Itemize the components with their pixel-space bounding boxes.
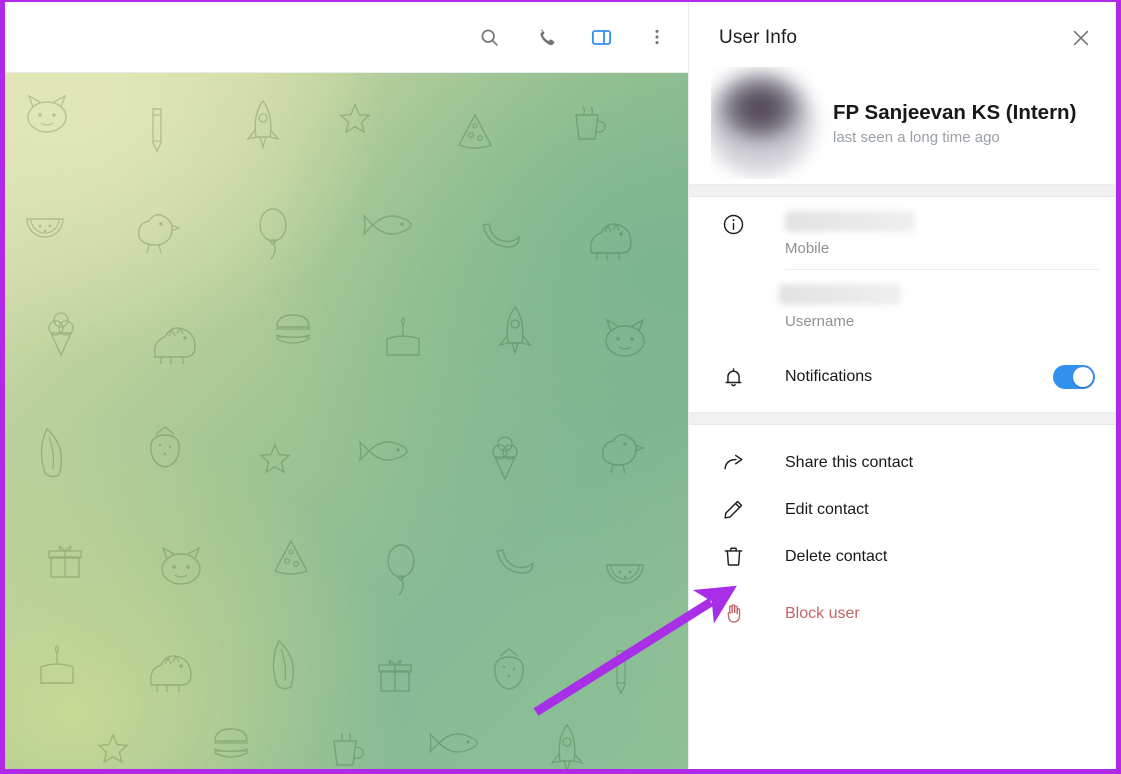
field-mobile-label: Mobile (785, 240, 830, 257)
avatar[interactable] (711, 67, 833, 179)
user-info-header: User Info (689, 2, 1116, 74)
field-username-label: Username (785, 313, 855, 330)
search-icon[interactable] (472, 20, 506, 54)
close-icon[interactable] (1063, 20, 1099, 56)
chat-wallpaper (5, 73, 688, 769)
wallpaper-doodle-pattern (26, 95, 645, 769)
bell-icon (711, 366, 755, 389)
chat-toolbar (5, 2, 688, 73)
block-hand-icon (711, 602, 755, 625)
chat-pane (5, 2, 688, 769)
profile-text: FP Sanjeevan KS (Intern) last seen a lon… (833, 100, 1076, 147)
edit-contact-label: Edit contact (785, 500, 869, 518)
profile-name: FP Sanjeevan KS (Intern) (833, 100, 1077, 124)
edit-contact-action[interactable]: Edit contact (689, 486, 1116, 533)
info-circle-icon (711, 197, 755, 236)
field-mobile-value-redacted (785, 211, 915, 232)
contact-info-block: Mobile Username Notifications (689, 197, 1116, 412)
contact-fields: Mobile Username (755, 197, 1099, 342)
notifications-toggle-knob (1073, 367, 1093, 387)
profile-status: last seen a long time ago (833, 129, 1000, 147)
delete-contact-label: Delete contact (785, 547, 888, 565)
sidebar-toggle-icon[interactable] (584, 20, 618, 54)
profile-row: FP Sanjeevan KS (Intern) last seen a lon… (689, 71, 1116, 184)
field-username-value-redacted (779, 284, 901, 305)
section-separator (689, 184, 1116, 197)
more-vertical-icon[interactable] (640, 20, 674, 54)
share-contact-action[interactable]: Share this contact (689, 439, 1116, 486)
delete-contact-action[interactable]: Delete contact (689, 533, 1116, 580)
field-mobile[interactable]: Mobile (785, 197, 1099, 269)
contact-actions: Share this contact Edit contact Delete c… (689, 425, 1116, 637)
user-info-panel: User Info FP Sanjeevan KS (Intern) last … (688, 2, 1116, 769)
telegram-window: User Info FP Sanjeevan KS (Intern) last … (0, 0, 1121, 774)
contact-info-row: Mobile Username (689, 197, 1116, 342)
notifications-row[interactable]: Notifications (689, 342, 1116, 412)
chat-toolbar-actions (472, 2, 674, 72)
share-contact-label: Share this contact (785, 453, 914, 471)
block-user-label: Block user (785, 604, 860, 622)
actions-separator (689, 412, 1116, 425)
share-arrow-icon (711, 451, 755, 474)
notifications-label: Notifications (785, 368, 873, 385)
avatar-image-redacted (711, 71, 814, 175)
phone-icon[interactable] (528, 20, 562, 54)
field-username[interactable]: Username (779, 269, 1099, 342)
block-user-action[interactable]: Block user (689, 590, 1116, 637)
pencil-icon (711, 498, 755, 521)
notifications-toggle[interactable] (1053, 365, 1095, 389)
page-title: User Info (719, 27, 797, 48)
trash-icon (711, 545, 755, 568)
